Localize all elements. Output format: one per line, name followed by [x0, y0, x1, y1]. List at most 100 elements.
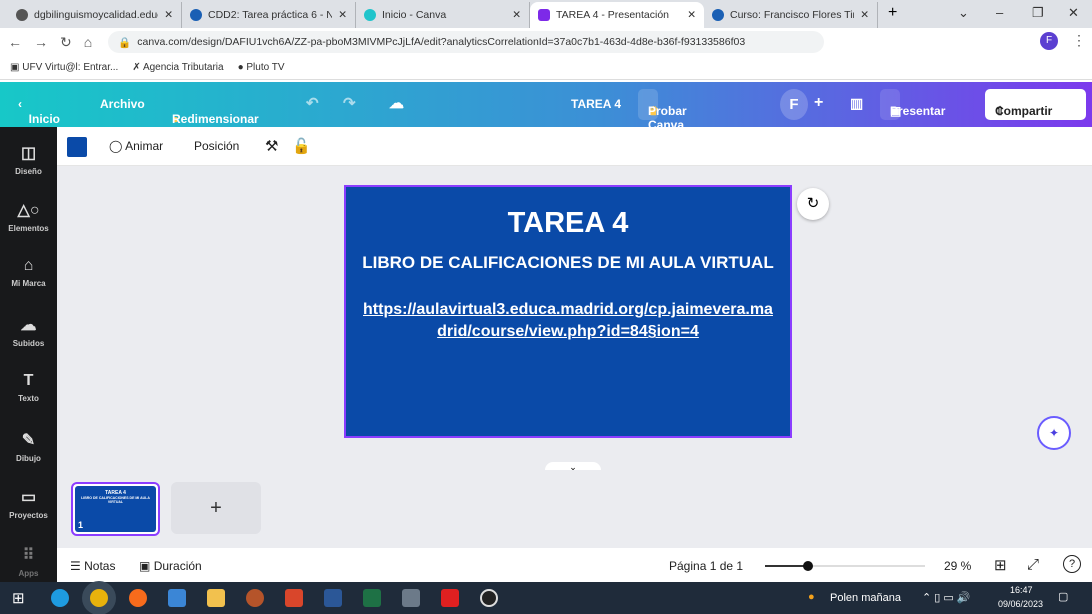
sidebar-item-brand[interactable]: ⌂ Mi Marca [0, 257, 57, 288]
canva-header: ‹ Inicio Archivo ● Redimensionar ↶ ↷ ☁ T… [0, 82, 1092, 146]
undo-icon[interactable]: ↶ [306, 94, 319, 112]
sidebar-item-elements[interactable]: △○ Elementos [0, 200, 57, 233]
user-avatar[interactable]: F [780, 89, 808, 120]
home-button[interactable]: ‹ Inicio [18, 97, 60, 126]
position-button[interactable]: Posición [194, 139, 239, 153]
browser-tab-bar: dgbilinguismoycalidad.educ ✕ CDD2: Tarea … [0, 0, 1092, 28]
close-icon[interactable]: ✕ [164, 9, 173, 21]
menu-icon[interactable]: ⋮ [1072, 32, 1086, 49]
design-title[interactable]: TAREA 4 [571, 97, 621, 111]
clock-date[interactable]: 09/06/2023 [998, 599, 1043, 609]
zoom-value[interactable]: 29 % [944, 559, 971, 573]
chrome-icon[interactable] [90, 589, 108, 607]
home-icon[interactable]: ⌂ [84, 34, 92, 50]
shapes-icon: △○ [17, 202, 40, 219]
obs-icon[interactable] [480, 589, 498, 607]
tab-search-icon[interactable]: ⌄ [958, 5, 969, 21]
redo-icon[interactable]: ↷ [343, 94, 356, 112]
sidebar: ◫ Diseño △○ Elementos ⌂ Mi Marca ☁ Subidos T… [0, 127, 57, 582]
present-button[interactable]: ▣ Presentar [880, 89, 945, 120]
close-icon[interactable]: ✕ [512, 9, 521, 21]
app-icon[interactable] [246, 589, 264, 607]
bookmark[interactable]: ▣ UFV Virtu@l: Entrar... [10, 62, 118, 73]
firefox-icon[interactable] [129, 589, 147, 607]
browser-tab[interactable]: Inicio - Canva ✕ [356, 2, 530, 28]
browser-tab-active[interactable]: TAREA 4 - Presentación ✕ [530, 2, 704, 28]
sidebar-item-projects[interactable]: ▭ Proyectos [0, 487, 57, 520]
cloud-saved-icon[interactable]: ☁ [389, 94, 404, 112]
zoom-slider-handle[interactable] [803, 561, 813, 571]
new-tab-button[interactable]: + [878, 4, 907, 28]
color-swatch[interactable] [67, 137, 87, 157]
url-input[interactable]: 🔒 canva.com/design/DAFIU1vch6A/ZZ-pa-pboM… [108, 31, 824, 53]
browser-tab[interactable]: Curso: Francisco Flores Tirad ✕ [704, 2, 878, 28]
share-button[interactable]: ⇧ Compartir [985, 89, 1086, 120]
animate-button[interactable]: ◯ Animar [109, 139, 163, 153]
fullscreen-icon[interactable]: ⤢ [1027, 556, 1039, 573]
profile-avatar[interactable]: F [1040, 32, 1058, 50]
word-icon[interactable] [324, 589, 342, 607]
paint-roller-icon[interactable]: ⚒ [265, 137, 278, 155]
file-explorer-icon[interactable] [207, 589, 225, 607]
browser-tab[interactable]: CDD2: Tarea práctica 6 - Nive✕ [182, 2, 356, 28]
lock-icon[interactable]: 🔓 [292, 137, 311, 155]
sidebar-item-text[interactable]: T Texto [0, 372, 57, 403]
sidebar-item-uploads[interactable]: ☁ Subidos [0, 315, 57, 348]
sidebar-item-design[interactable]: ◫ Diseño [0, 143, 57, 176]
bookmarks-bar: ▣ UFV Virtu@l: Entrar... ✗ Agencia Tribu… [0, 56, 1092, 80]
page-indicator[interactable]: Página 1 de 1 [669, 559, 743, 573]
help-icon[interactable]: ? [1063, 555, 1081, 573]
close-icon[interactable]: ✕ [687, 9, 696, 21]
editor-toolbar: ◯ Animar Posición ⚒ 🔓 [57, 127, 1092, 166]
notes-button[interactable]: ☰ Notas [70, 559, 115, 573]
close-icon[interactable]: ✕ [338, 9, 347, 21]
windows-start-icon[interactable]: ⊞ [12, 589, 25, 607]
forward-icon[interactable]: → [34, 34, 48, 50]
slide[interactable]: TAREA 4 LIBRO DE CALIFICACIONES DE MI AU… [344, 185, 792, 438]
duration-button[interactable]: ▣ Duración [139, 559, 202, 573]
tray-icons[interactable]: ⌃ ▯ ▭ 🔊 [922, 591, 971, 604]
magic-assistant-icon[interactable]: ✦ [1037, 416, 1071, 450]
pdf-icon[interactable] [285, 589, 303, 607]
minimize-button[interactable]: – [996, 5, 1003, 20]
add-collaborator-icon[interactable]: + [814, 94, 823, 112]
excel-icon[interactable] [363, 589, 381, 607]
anydesk-icon[interactable] [441, 589, 459, 607]
sidebar-item-apps[interactable]: ⠿ Apps [0, 545, 57, 578]
weather-text[interactable]: Polen mañana [830, 592, 901, 604]
notes-icon: ☰ [70, 559, 81, 573]
network-icon[interactable] [168, 589, 186, 607]
reload-icon[interactable]: ↻ [60, 34, 72, 51]
edge-icon[interactable] [51, 589, 69, 607]
slide-subtitle[interactable]: LIBRO DE CALIFICACIONES DE MI AULA VIRTU… [346, 253, 790, 273]
grid-view-icon[interactable]: ⊞ [994, 556, 1007, 574]
refresh-icon[interactable]: ↻ [797, 188, 829, 220]
page-thumbnail[interactable]: TAREA 4 LIBRO DE CALIFICACIONES DE MI AU… [71, 482, 160, 536]
slide-title[interactable]: TAREA 4 [346, 207, 790, 240]
address-bar-row: ← → ↻ ⌂ 🔒 canva.com/design/DAFIU1vch6A/ZZ… [0, 28, 1092, 56]
close-icon[interactable]: ✕ [860, 9, 869, 21]
duration-icon: ▣ [139, 559, 151, 573]
zoom-slider[interactable] [765, 561, 925, 571]
slide-link[interactable]: https://aulavirtual3.educa.madrid.org/cp… [346, 299, 790, 343]
try-pro-button[interactable]: ♛Probar Canva Pro [638, 89, 687, 146]
file-menu[interactable]: Archivo [100, 97, 145, 111]
lock-icon: 🔒 [118, 36, 132, 49]
restore-button[interactable]: ❐ [1032, 5, 1044, 21]
bottom-bar: ☰ Notas ▣ Duración Página 1 de 1 29 % ⊞ … [57, 548, 1092, 582]
browser-tab[interactable]: dgbilinguismoycalidad.educ ✕ [8, 2, 182, 28]
camera-icon[interactable] [402, 589, 420, 607]
bookmark[interactable]: ● Pluto TV [238, 62, 285, 73]
add-page-button[interactable]: + [171, 482, 261, 534]
bookmark[interactable]: ✗ Agencia Tributaria [132, 62, 223, 73]
layout-icon: ◫ [20, 145, 37, 162]
back-icon[interactable]: ← [8, 34, 22, 50]
close-window-button[interactable]: ✕ [1068, 5, 1079, 21]
weather-icon: ● [808, 591, 815, 603]
clock-time[interactable]: 16:47 [1010, 585, 1033, 595]
sidebar-item-draw[interactable]: ✎ Dibujo [0, 430, 57, 463]
folder-icon: ▭ [20, 489, 37, 506]
analytics-icon[interactable]: ▥ [850, 95, 863, 112]
notifications-icon[interactable]: ▢ [1058, 590, 1068, 603]
brand-icon: ⌂ [23, 257, 34, 274]
